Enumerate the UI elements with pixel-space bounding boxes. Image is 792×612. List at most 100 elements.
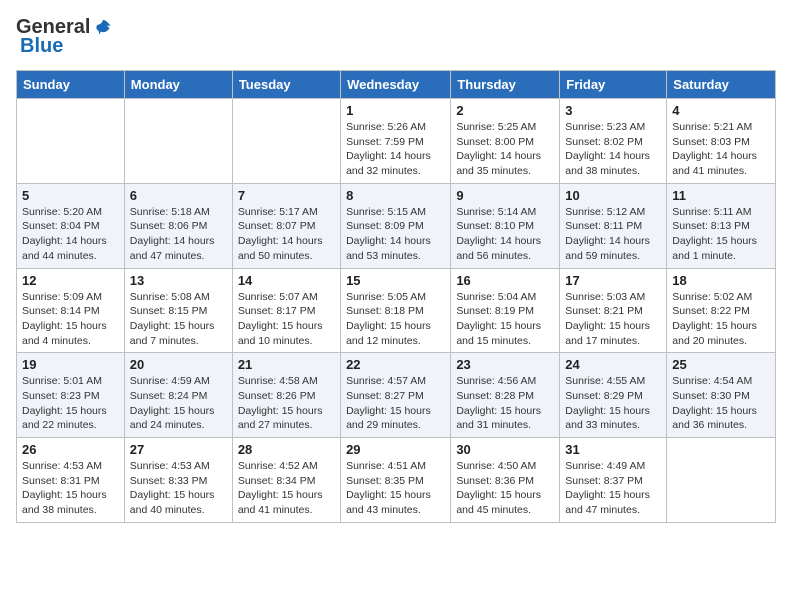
calendar-header-row: SundayMondayTuesdayWednesdayThursdayFrid…	[17, 71, 776, 99]
day-number: 24	[565, 357, 661, 372]
calendar-day-cell: 6Sunrise: 5:18 AM Sunset: 8:06 PM Daylig…	[124, 183, 232, 268]
calendar-day-cell	[667, 438, 776, 523]
day-info: Sunrise: 5:12 AM Sunset: 8:11 PM Dayligh…	[565, 205, 661, 264]
calendar-week-row: 19Sunrise: 5:01 AM Sunset: 8:23 PM Dayli…	[17, 353, 776, 438]
day-info: Sunrise: 4:55 AM Sunset: 8:29 PM Dayligh…	[565, 374, 661, 433]
day-info: Sunrise: 4:53 AM Sunset: 8:31 PM Dayligh…	[22, 459, 119, 518]
calendar-day-cell: 5 Sunrise: 5:20 AM Sunset: 8:04 PM Daylig…	[17, 183, 125, 268]
calendar-week-row: 26Sunrise: 4:53 AM Sunset: 8:31 PM Dayli…	[17, 438, 776, 523]
calendar-day-cell: 14 Sunrise: 5:07 AM Sunset: 8:17 PM Dayli…	[232, 268, 340, 353]
day-info: Sunrise: 4:57 AM Sunset: 8:27 PM Dayligh…	[346, 374, 445, 433]
day-info: Sunrise: 5:18 AM Sunset: 8:06 PM Dayligh…	[130, 205, 227, 264]
calendar-day-cell: 3 Sunrise: 5:23 AM Sunset: 8:02 PM Daylig…	[560, 99, 667, 184]
weekday-header: Wednesday	[341, 71, 451, 99]
calendar-day-cell: 8 Sunrise: 5:15 AM Sunset: 8:09 PM Daylig…	[341, 183, 451, 268]
day-number: 1	[346, 103, 445, 118]
calendar-day-cell: 15 Sunrise: 5:05 AM Sunset: 8:18 PM Dayli…	[341, 268, 451, 353]
day-number: 2	[456, 103, 554, 118]
calendar: SundayMondayTuesdayWednesdayThursdayFrid…	[16, 70, 776, 523]
calendar-day-cell: 7 Sunrise: 5:17 AM Sunset: 8:07 PM Daylig…	[232, 183, 340, 268]
day-info: Sunrise: 5:15 AM Sunset: 8:09 PM Dayligh…	[346, 205, 445, 264]
day-info: Sunrise: 5:26 AM Sunset: 7:59 PM Dayligh…	[346, 120, 445, 179]
day-info: Sunrise: 5:03 AM Sunset: 8:21 PM Dayligh…	[565, 290, 661, 349]
day-info: Sunrise: 5:07 AM Sunset: 8:17 PM Dayligh…	[238, 290, 335, 349]
day-number: 30	[456, 442, 554, 457]
day-number: 10	[565, 188, 661, 203]
calendar-day-cell	[17, 99, 125, 184]
day-info: Sunrise: 5:25 AM Sunset: 8:00 PM Dayligh…	[456, 120, 554, 179]
day-number: 12	[22, 273, 119, 288]
calendar-day-cell: 1 Sunrise: 5:26 AM Sunset: 7:59 PM Daylig…	[341, 99, 451, 184]
weekday-header: Thursday	[451, 71, 560, 99]
weekday-header: Sunday	[17, 71, 125, 99]
calendar-day-cell: 22 Sunrise: 4:57 AM Sunset: 8:27 PM Dayli…	[341, 353, 451, 438]
page-header: General Blue	[16, 16, 776, 58]
day-info: Sunrise: 4:49 AM Sunset: 8:37 PM Dayligh…	[565, 459, 661, 518]
calendar-week-row: 1 Sunrise: 5:26 AM Sunset: 7:59 PM Daylig…	[17, 99, 776, 184]
logo-bird-icon	[92, 17, 114, 39]
calendar-day-cell: 29Sunrise: 4:51 AM Sunset: 8:35 PM Dayli…	[341, 438, 451, 523]
day-number: 13	[130, 273, 227, 288]
logo: General Blue	[16, 16, 114, 58]
calendar-day-cell: 24 Sunrise: 4:55 AM Sunset: 8:29 PM Dayli…	[560, 353, 667, 438]
logo-blue-part: Blue	[16, 35, 63, 58]
day-number: 20	[130, 357, 227, 372]
day-info: Sunrise: 5:20 AM Sunset: 8:04 PM Dayligh…	[22, 205, 119, 264]
day-info: Sunrise: 5:11 AM Sunset: 8:13 PM Dayligh…	[672, 205, 770, 264]
day-number: 21	[238, 357, 335, 372]
calendar-day-cell: 21 Sunrise: 4:58 AM Sunset: 8:26 PM Dayli…	[232, 353, 340, 438]
day-info: Sunrise: 5:04 AM Sunset: 8:19 PM Dayligh…	[456, 290, 554, 349]
day-number: 9	[456, 188, 554, 203]
weekday-header: Tuesday	[232, 71, 340, 99]
day-number: 7	[238, 188, 335, 203]
day-number: 28	[238, 442, 335, 457]
day-number: 3	[565, 103, 661, 118]
calendar-day-cell	[124, 99, 232, 184]
calendar-day-cell: 12 Sunrise: 5:09 AM Sunset: 8:14 PM Dayli…	[17, 268, 125, 353]
day-info: Sunrise: 5:05 AM Sunset: 8:18 PM Dayligh…	[346, 290, 445, 349]
calendar-day-cell: 30 Sunrise: 4:50 AM Sunset: 8:36 PM Dayli…	[451, 438, 560, 523]
calendar-day-cell: 11 Sunrise: 5:11 AM Sunset: 8:13 PM Dayli…	[667, 183, 776, 268]
day-number: 8	[346, 188, 445, 203]
day-number: 25	[672, 357, 770, 372]
day-info: Sunrise: 4:54 AM Sunset: 8:30 PM Dayligh…	[672, 374, 770, 433]
day-number: 5	[22, 188, 119, 203]
calendar-day-cell	[232, 99, 340, 184]
calendar-day-cell: 4Sunrise: 5:21 AM Sunset: 8:03 PM Daylig…	[667, 99, 776, 184]
calendar-day-cell: 9Sunrise: 5:14 AM Sunset: 8:10 PM Daylig…	[451, 183, 560, 268]
weekday-header: Monday	[124, 71, 232, 99]
day-info: Sunrise: 5:21 AM Sunset: 8:03 PM Dayligh…	[672, 120, 770, 179]
calendar-day-cell: 26Sunrise: 4:53 AM Sunset: 8:31 PM Dayli…	[17, 438, 125, 523]
weekday-header: Saturday	[667, 71, 776, 99]
calendar-day-cell: 27 Sunrise: 4:53 AM Sunset: 8:33 PM Dayli…	[124, 438, 232, 523]
calendar-day-cell: 20 Sunrise: 4:59 AM Sunset: 8:24 PM Dayli…	[124, 353, 232, 438]
day-number: 14	[238, 273, 335, 288]
day-number: 15	[346, 273, 445, 288]
day-number: 27	[130, 442, 227, 457]
day-number: 22	[346, 357, 445, 372]
calendar-day-cell: 25 Sunrise: 4:54 AM Sunset: 8:30 PM Dayli…	[667, 353, 776, 438]
day-info: Sunrise: 5:02 AM Sunset: 8:22 PM Dayligh…	[672, 290, 770, 349]
calendar-week-row: 12 Sunrise: 5:09 AM Sunset: 8:14 PM Dayli…	[17, 268, 776, 353]
day-info: Sunrise: 5:23 AM Sunset: 8:02 PM Dayligh…	[565, 120, 661, 179]
calendar-day-cell: 2 Sunrise: 5:25 AM Sunset: 8:00 PM Daylig…	[451, 99, 560, 184]
day-info: Sunrise: 4:59 AM Sunset: 8:24 PM Dayligh…	[130, 374, 227, 433]
day-info: Sunrise: 5:08 AM Sunset: 8:15 PM Dayligh…	[130, 290, 227, 349]
day-number: 17	[565, 273, 661, 288]
calendar-day-cell: 17 Sunrise: 5:03 AM Sunset: 8:21 PM Dayli…	[560, 268, 667, 353]
calendar-day-cell: 31 Sunrise: 4:49 AM Sunset: 8:37 PM Dayli…	[560, 438, 667, 523]
day-info: Sunrise: 5:01 AM Sunset: 8:23 PM Dayligh…	[22, 374, 119, 433]
day-info: Sunrise: 4:58 AM Sunset: 8:26 PM Dayligh…	[238, 374, 335, 433]
day-info: Sunrise: 4:50 AM Sunset: 8:36 PM Dayligh…	[456, 459, 554, 518]
calendar-day-cell: 16Sunrise: 5:04 AM Sunset: 8:19 PM Dayli…	[451, 268, 560, 353]
day-number: 31	[565, 442, 661, 457]
day-number: 11	[672, 188, 770, 203]
calendar-week-row: 5 Sunrise: 5:20 AM Sunset: 8:04 PM Daylig…	[17, 183, 776, 268]
day-info: Sunrise: 4:51 AM Sunset: 8:35 PM Dayligh…	[346, 459, 445, 518]
day-info: Sunrise: 5:09 AM Sunset: 8:14 PM Dayligh…	[22, 290, 119, 349]
day-info: Sunrise: 5:17 AM Sunset: 8:07 PM Dayligh…	[238, 205, 335, 264]
day-info: Sunrise: 4:53 AM Sunset: 8:33 PM Dayligh…	[130, 459, 227, 518]
weekday-header: Friday	[560, 71, 667, 99]
calendar-day-cell: 23Sunrise: 4:56 AM Sunset: 8:28 PM Dayli…	[451, 353, 560, 438]
calendar-day-cell: 10 Sunrise: 5:12 AM Sunset: 8:11 PM Dayli…	[560, 183, 667, 268]
